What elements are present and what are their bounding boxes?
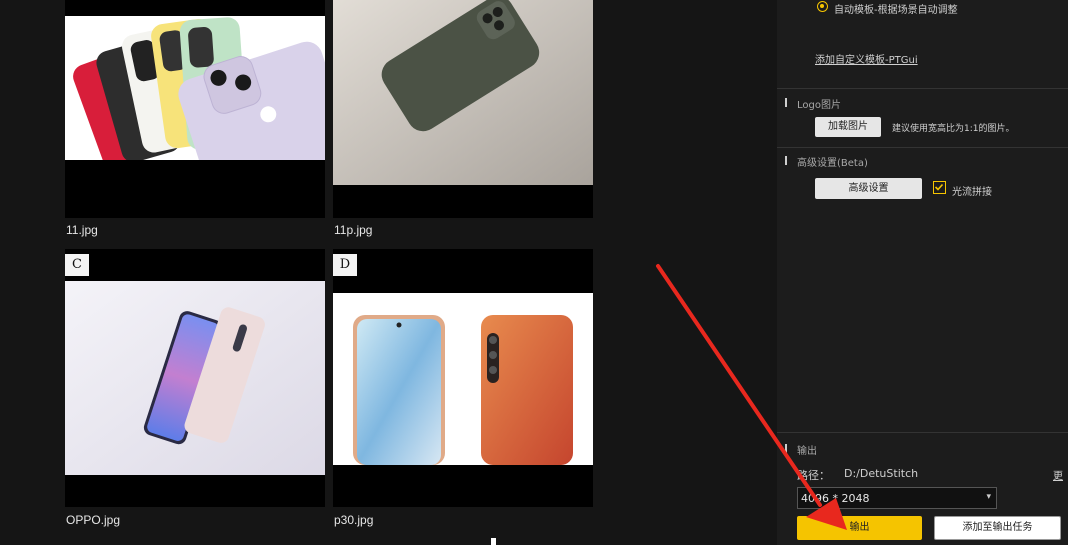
logo-hint: 建议使用宽高比为1:1的图片。 <box>892 124 1015 134</box>
optical-flow-label: 光流拼接 <box>952 187 992 198</box>
output-section-heading: 输出 <box>797 446 817 457</box>
optical-flow-checkbox[interactable] <box>933 181 946 194</box>
section-marker <box>785 98 787 107</box>
divider <box>777 88 1068 89</box>
advanced-section-heading: 高级设置(Beta) <box>797 158 868 169</box>
export-button[interactable]: 输出 <box>797 516 922 540</box>
thumbnail-11p[interactable] <box>333 0 593 218</box>
divider <box>777 432 1068 433</box>
auto-template-radio[interactable] <box>817 1 828 12</box>
image-gallery: 11.jpg 11p.jpg C OPPO.jpg D p30.jpg <box>0 0 775 545</box>
thumbnail-filename: 11p.jpg <box>334 223 373 237</box>
thumbnail-filename: p30.jpg <box>334 513 374 527</box>
settings-panel: 自动模板-根据场景自动调整 添加自定义模板-PTGui Logo图片 加载图片 … <box>777 0 1068 545</box>
custom-template-link[interactable]: 添加自定义模板-PTGui <box>815 51 918 66</box>
auto-template-label: 自动模板-根据场景自动调整 <box>834 5 958 16</box>
checkmark-icon <box>934 183 944 191</box>
add-to-output-task-button[interactable]: 添加至输出任务 <box>934 516 1061 540</box>
thumbnail-oppo[interactable]: C <box>65 249 325 507</box>
divider <box>777 147 1068 148</box>
thumbnail-image-p30 <box>333 293 593 465</box>
thumbnail-image-11 <box>65 16 325 160</box>
dropdown-arrow-icon: ▾ <box>986 492 991 502</box>
thumbnail-letter-badge: D <box>333 254 357 276</box>
thumbnail-11[interactable] <box>65 0 325 218</box>
section-marker <box>785 444 787 453</box>
thumbnail-filename: 11.jpg <box>66 223 98 237</box>
thumbnail-image-11p <box>333 0 593 185</box>
advanced-settings-button[interactable]: 高级设置 <box>815 178 922 199</box>
thumbnail-image-oppo <box>65 281 325 475</box>
resolution-value: 4096 * 2048 <box>801 492 870 505</box>
thumbnail-p30[interactable]: D <box>333 249 593 507</box>
thumbnail-filename: OPPO.jpg <box>66 513 121 527</box>
logo-section-heading: Logo图片 <box>797 100 841 111</box>
scroll-indicator <box>491 538 496 545</box>
output-path-value: D:/DetuStitch <box>844 467 919 480</box>
thumbnail-letter-badge: C <box>65 254 89 276</box>
output-path-label: 路径： <box>797 469 830 482</box>
load-image-button[interactable]: 加载图片 <box>815 117 881 137</box>
change-path-link[interactable]: 更 <box>1053 467 1063 482</box>
resolution-select[interactable]: 4096 * 2048 ▾ <box>797 487 997 509</box>
section-marker <box>785 156 787 165</box>
